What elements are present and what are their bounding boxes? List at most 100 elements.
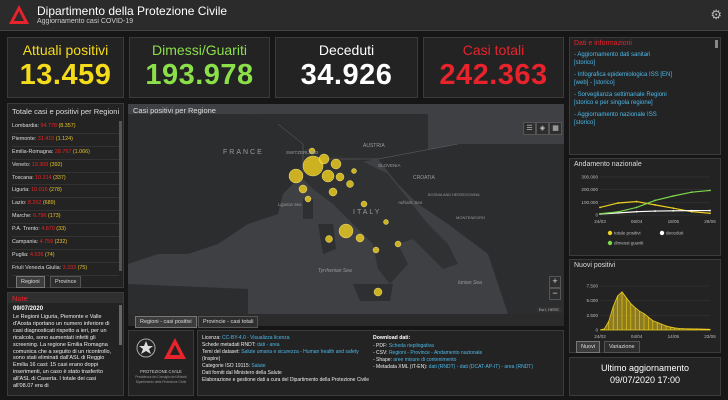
license-key: Elaborazione e gestione dati a cura del … — [202, 377, 370, 383]
nuovi-chart: 7.500 5.000 2.500 024/02 04/04 14/05 23/06 — [587, 284, 717, 340]
license-link[interactable]: aree misure di contenimento — [393, 357, 456, 363]
note-scrollbar[interactable] — [119, 305, 122, 345]
map-label-switzerland: SWITZERLAND — [286, 150, 319, 155]
tab-variazione[interactable]: Variazione — [604, 341, 640, 353]
region-name: Toscana: — [12, 174, 34, 181]
license-link[interactable]: Scheda riepilogativa — [389, 343, 434, 349]
license-link[interactable]: Regioni - Province - Andamento nazionale — [389, 350, 482, 356]
region-name: P.A. Trento: — [12, 226, 40, 233]
info-item[interactable]: - Sorveglianza settimanale Regioni [stori… — [574, 91, 712, 107]
protezione-civile-emblem-icon — [164, 338, 186, 359]
region-name: Campania: — [12, 239, 39, 246]
region-row[interactable]: Lombardia: 94.778 (8.357) — [12, 121, 119, 134]
info-link[interactable]: - Aggiornamento dati sanitari — [574, 51, 712, 59]
info-scrollbar[interactable] — [715, 40, 718, 48]
region-name: Marche: — [12, 213, 32, 220]
license-link[interactable]: CC-BY-4.0 - Visualizza licenza — [222, 335, 290, 341]
region-row[interactable]: Piemonte: 31.415 (1.124) — [12, 134, 119, 147]
license-line: - PDF: Scheda riepilogativa — [373, 343, 561, 350]
legend-swatch — [607, 230, 613, 236]
andamento-panel: Andamento nazionale 300.000 200.000 100.00… — [569, 158, 721, 256]
info-item[interactable]: - Aggiornamento dati sanitari [storico] — [574, 51, 712, 67]
tab-regioni[interactable]: Regioni — [16, 276, 45, 288]
map-title: Casi positivi per Regione — [133, 106, 216, 115]
license-link[interactable]: Salute umana e sicurezza - Human health … — [241, 349, 359, 355]
info-sublink[interactable]: [storico e per singola regione] — [574, 99, 712, 107]
series-point — [672, 195, 675, 197]
logo-line-3: Dipartimento della Protezione Civile — [135, 380, 187, 384]
info-item[interactable]: - Infografica epidemiologica ISS [EN] [we… — [574, 71, 712, 87]
kpi-label: Attuali positivi — [22, 42, 109, 58]
region-row[interactable]: Puglia: 4.536 (74) — [12, 250, 119, 263]
tab-nuovi[interactable]: Nuovi — [576, 341, 601, 353]
info-list: - Aggiornamento dati sanitari [storico] - … — [574, 51, 712, 131]
region-row[interactable]: Liguria: 10.016 (278) — [12, 185, 119, 199]
region-positive: (337) — [53, 174, 66, 181]
y-tick-label: 2.500 — [587, 313, 599, 318]
region-positive: (74) — [44, 251, 55, 258]
map-label-ligurian: Ligurian Sea — [278, 202, 302, 207]
logos-panel: PROTEZIONE CIVILE Presidenza del Consigl… — [128, 330, 194, 396]
y-tick-label: 200.000 — [581, 187, 598, 192]
map-view[interactable]: FRANCE SWITZERLAND AUSTRIA SLOVENIA CROA… — [128, 104, 564, 314]
x-tick-label: 29/06 — [704, 219, 716, 224]
license-panel: Licenza: CC-BY-4.0 - Visualizza licenza S… — [197, 330, 564, 396]
regions-panel: Totale casi e positivi per Regioni Lomba… — [7, 103, 124, 288]
license-line: Categorie ISO 19115: Salute — [202, 363, 382, 370]
regions-scrollbar[interactable] — [119, 121, 122, 271]
region-total: 10.314 — [35, 174, 52, 181]
tab-provincie-casi-totali[interactable]: Provincie - casi totali — [198, 316, 259, 328]
region-row[interactable]: Lazio: 8.262 (689) — [12, 198, 119, 212]
note-title: Note — [12, 294, 28, 303]
region-total: 31.415 — [37, 135, 55, 142]
region-row[interactable]: Toscana: 10.314 (337) — [12, 173, 119, 186]
basemap-icon[interactable]: ▦ — [549, 122, 562, 135]
region-total: 94.778 — [40, 123, 57, 129]
info-link[interactable]: - Sorveglianza settimanale Regioni — [574, 91, 712, 99]
series-point — [654, 210, 656, 212]
region-row[interactable]: Marche: 6.796 (173) — [12, 211, 119, 225]
region-total: 19.309 — [31, 161, 49, 168]
info-link[interactable]: - Aggiornamento nazionale ISS — [574, 111, 712, 119]
zoom-out-button[interactable]: − — [549, 288, 561, 300]
tab-regioni-casi-positivi[interactable]: Regioni - casi positivi — [135, 316, 197, 328]
legend-label: totale positivi — [614, 231, 641, 236]
region-total: 4.870 — [41, 226, 55, 233]
series-point — [709, 209, 711, 212]
layers-icon[interactable]: ◈ — [536, 122, 549, 135]
region-positive: (232) — [54, 239, 68, 246]
info-sublink[interactable]: [web] - [storico] — [574, 79, 712, 87]
regions-title: Totale casi e positivi per Regioni — [12, 107, 120, 116]
region-row[interactable]: Veneto: 19.309 (392) — [12, 160, 119, 173]
license-line: Licenza: CC-BY-4.0 - Visualizza licenza — [202, 335, 382, 342]
region-row[interactable]: Campania: 4.759 (232) — [12, 237, 119, 250]
license-link[interactable]: dati - area — [257, 342, 280, 348]
license-link[interactable]: dati (RNDT) - dati (DCAT-AP-IT) - area (… — [429, 364, 533, 370]
license-link[interactable]: Salute — [251, 363, 265, 369]
nuovi-title: Nuovi positivi — [574, 262, 616, 269]
y-tick-label: 5.000 — [587, 298, 599, 303]
top-bar: Dipartimento della Protezione Civile Agg… — [0, 0, 728, 31]
info-link[interactable]: - Infografica epidemiologica ISS [EN] — [574, 71, 712, 79]
settings-icon[interactable]: ⚙ — [710, 7, 722, 23]
region-row[interactable]: P.A. Trento: 4.870 (33) — [12, 224, 119, 238]
info-sublink[interactable]: [storico] — [574, 119, 712, 127]
series-point — [635, 200, 638, 203]
kpi-value: 242.363 — [439, 59, 548, 91]
region-positive: (392) — [49, 161, 63, 168]
region-total: 4.536 — [29, 251, 44, 258]
region-positive: (75) — [77, 264, 88, 271]
regions-list[interactable]: Lombardia: 94.778 (8.357) Piemonte: 31.41… — [12, 121, 119, 276]
region-total: 28.767 — [54, 148, 72, 155]
list-icon[interactable]: ☰ — [523, 122, 536, 135]
region-row[interactable]: Friuli Venezia Giulia: 3.333 (75) — [12, 263, 119, 276]
region-total: 8.262 — [27, 200, 42, 207]
tab-province[interactable]: Province — [50, 276, 82, 288]
info-item[interactable]: - Aggiornamento nazionale ISS [storico] — [574, 111, 712, 127]
license-key: Licenza: — [202, 335, 221, 341]
region-row[interactable]: Emilia-Romagna: 28.767 (1.066) — [12, 147, 119, 160]
zoom-in-button[interactable]: + — [549, 276, 561, 288]
series-point — [617, 202, 620, 204]
map-canvas[interactable]: FRANCE SWITZERLAND AUSTRIA SLOVENIA CROA… — [128, 104, 564, 314]
info-sublink[interactable]: [storico] — [574, 59, 712, 67]
